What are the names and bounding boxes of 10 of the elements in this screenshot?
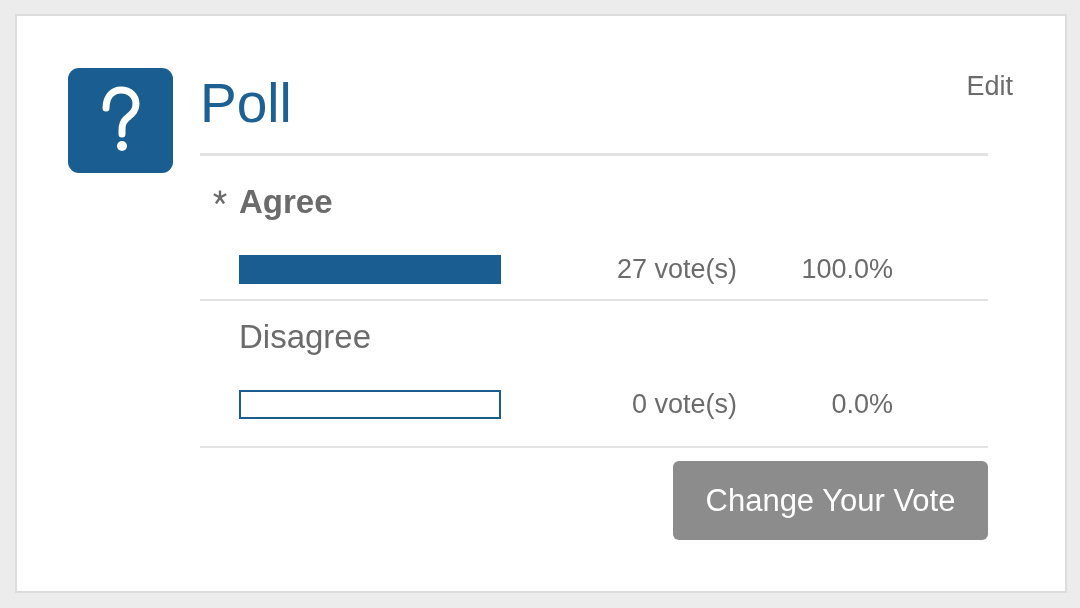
option-label: Disagree (239, 317, 372, 357)
question-mark-icon (68, 68, 173, 173)
option-label: Agree (239, 182, 333, 222)
vote-percent: 0.0% (831, 388, 893, 421)
vote-count: 0 vote(s) (631, 388, 737, 421)
vote-percent: 100.0% (801, 253, 893, 286)
change-vote-button[interactable]: Change Your Vote (673, 461, 988, 540)
vote-count: 27 vote(s) (616, 253, 737, 286)
poll-title: Poll (200, 71, 292, 136)
edit-link[interactable]: Edit (966, 68, 1013, 104)
